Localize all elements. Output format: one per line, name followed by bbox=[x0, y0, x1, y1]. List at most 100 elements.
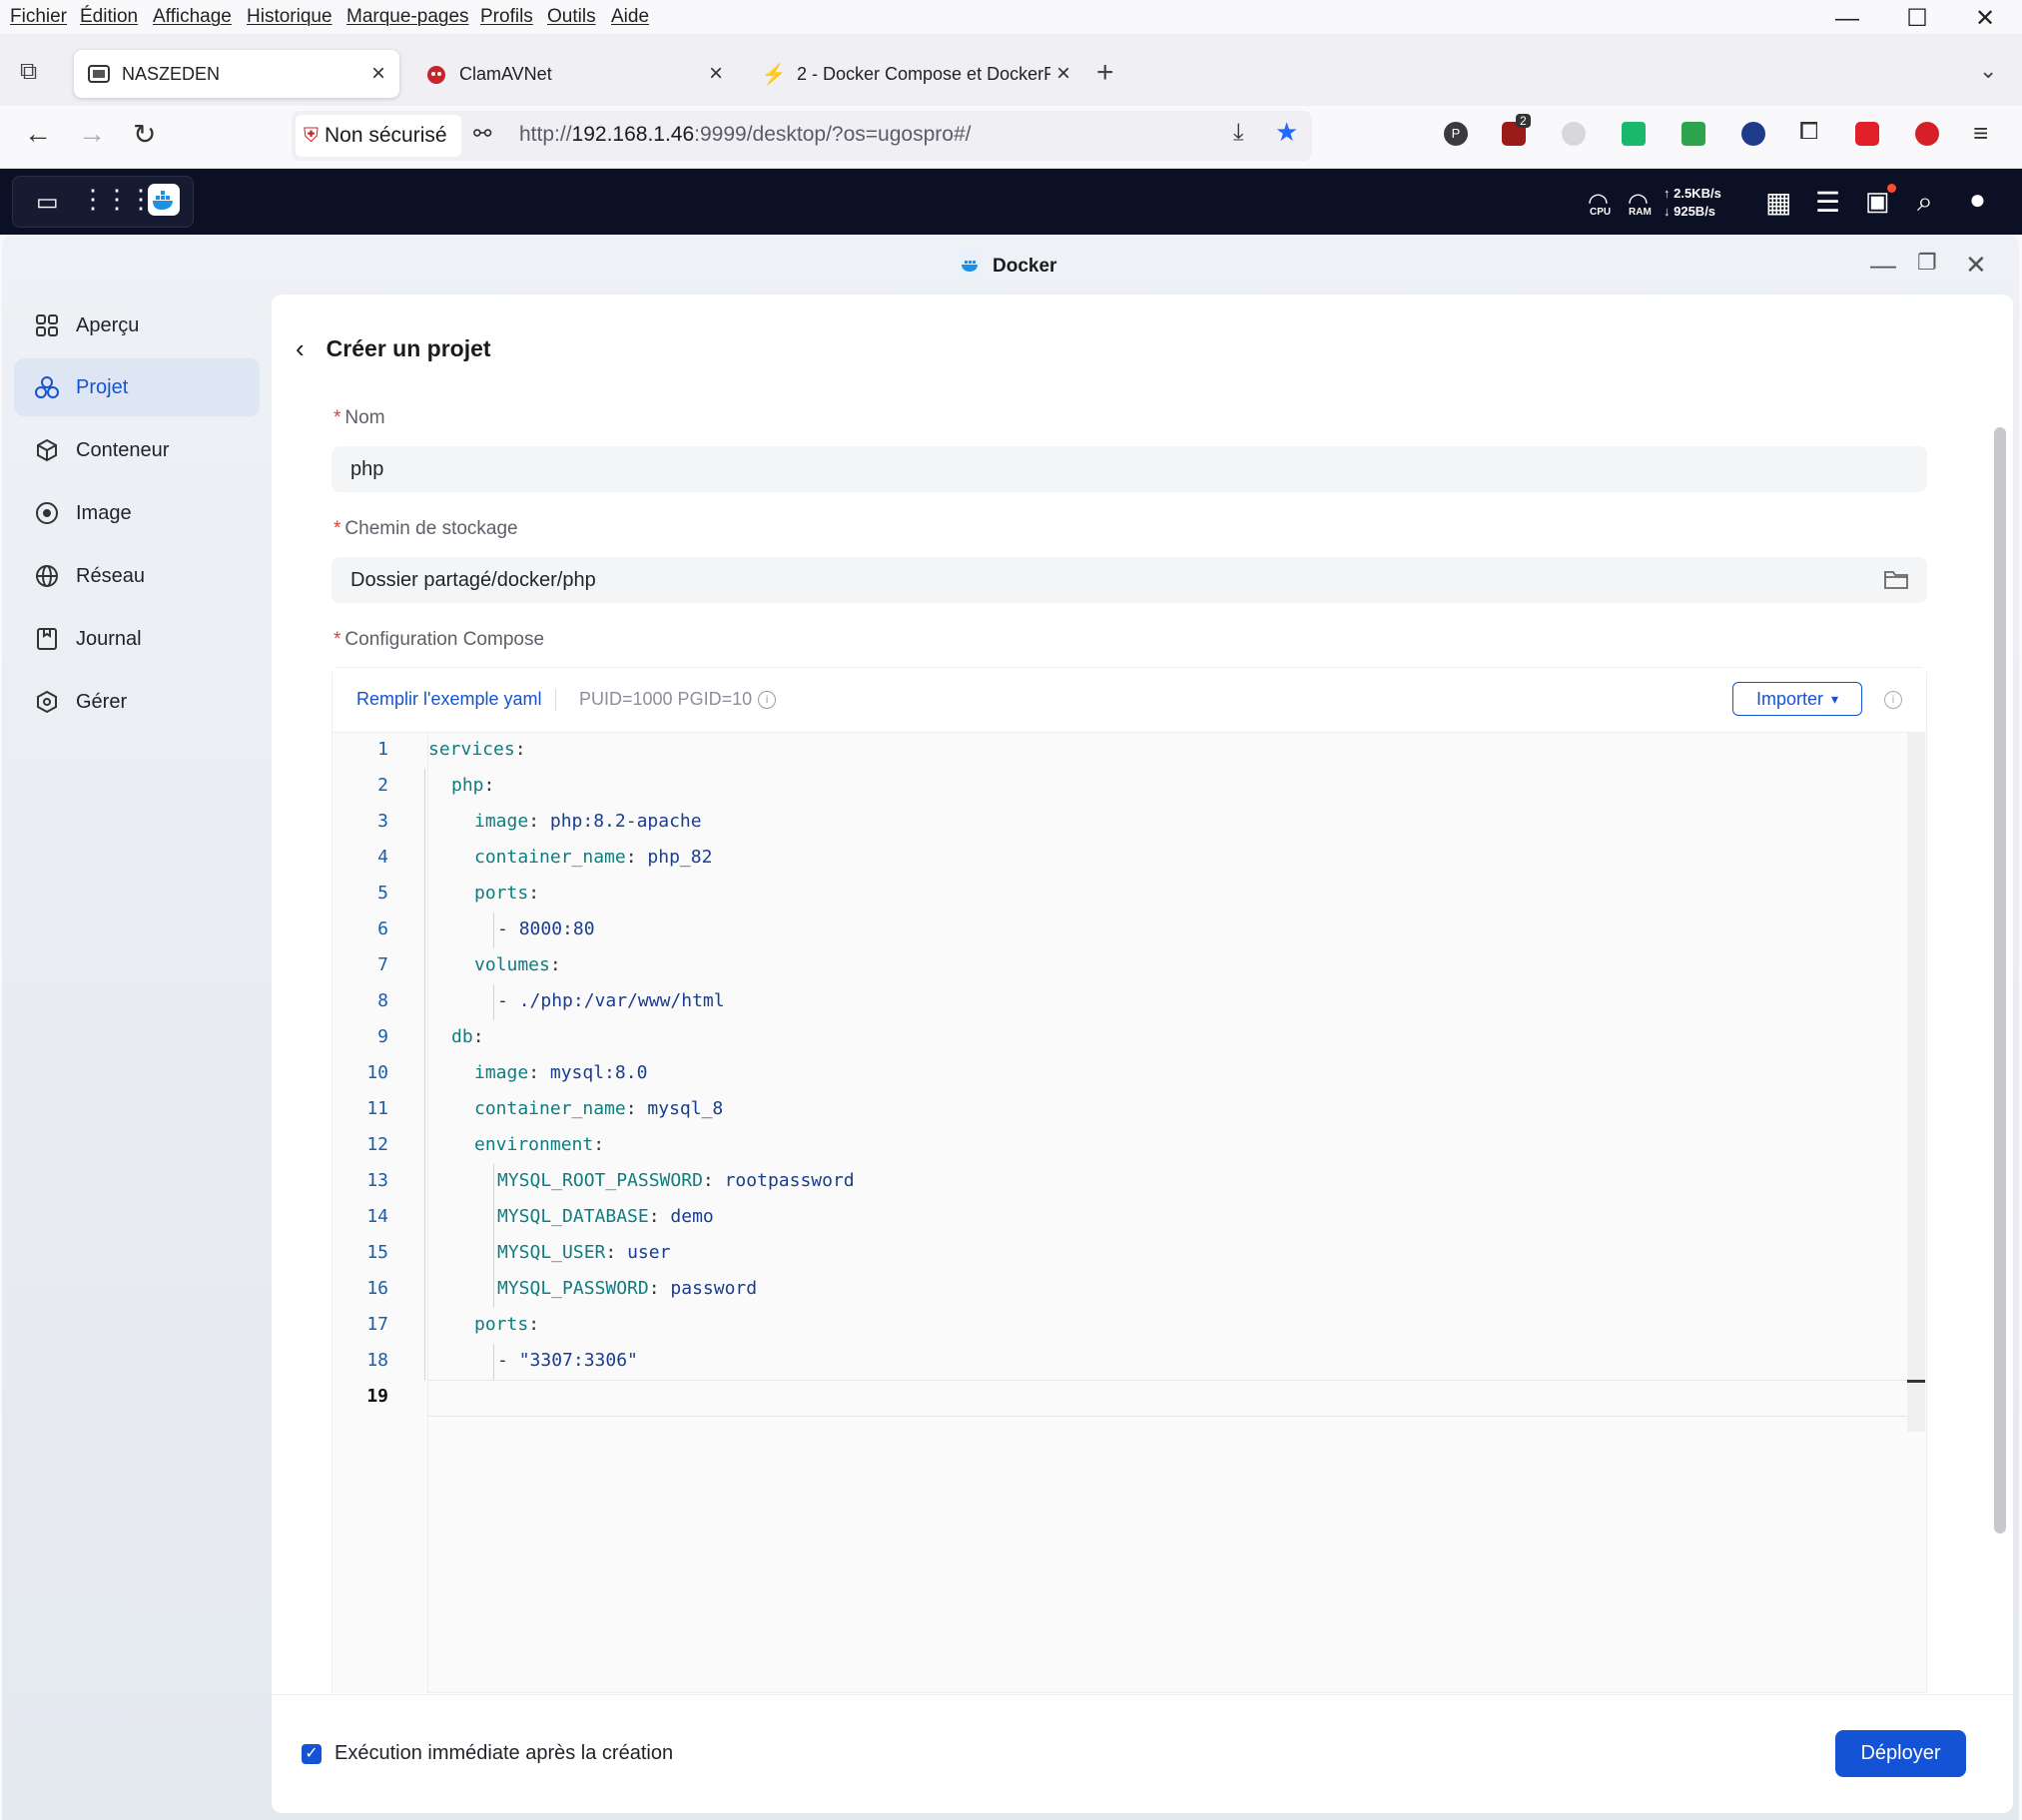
window-close-icon[interactable]: ✕ bbox=[1965, 250, 1987, 281]
security-indicator[interactable]: ⛨ Non sécurisé bbox=[296, 115, 461, 157]
tab-clamavnet[interactable]: ClamAVNet × bbox=[411, 50, 737, 98]
menu-historique[interactable]: Historique bbox=[247, 6, 333, 28]
back-arrow-icon[interactable]: ← bbox=[24, 118, 52, 150]
sidebar-item-reseau[interactable]: Réseau bbox=[14, 547, 260, 605]
messages-icon[interactable]: ▣ bbox=[1865, 186, 1890, 217]
menu-outils[interactable]: Outils bbox=[547, 6, 596, 28]
tab-close-icon[interactable]: × bbox=[709, 60, 723, 88]
tab-label: ClamAVNet bbox=[459, 63, 552, 84]
indent-guide bbox=[493, 912, 494, 948]
apps-grid-icon[interactable]: ⋮⋮⋮ bbox=[80, 184, 154, 215]
code-line: - "3307:3306" bbox=[497, 1350, 638, 1371]
app-menu-icon[interactable]: ≡ bbox=[1973, 118, 1988, 149]
yaml-value: user bbox=[627, 1242, 671, 1263]
yaml-colon: : bbox=[472, 1026, 495, 1047]
code-line: container_name: mysql_8 bbox=[474, 1098, 723, 1119]
desktop-icon[interactable]: ▭ bbox=[36, 188, 59, 217]
menu-affichage[interactable]: Affichage bbox=[153, 6, 232, 28]
menu-edition[interactable]: Édition bbox=[80, 6, 138, 28]
bookmark-star-icon[interactable]: ★ bbox=[1275, 117, 1298, 148]
extensions-puzzle-icon[interactable]: ⧠ bbox=[1799, 118, 1818, 146]
import-dropdown-button[interactable]: Importer ▾ bbox=[1732, 682, 1862, 716]
forward-arrow-icon[interactable]: → bbox=[78, 118, 106, 150]
globe-icon bbox=[34, 563, 60, 589]
editor-toolbar bbox=[333, 668, 1926, 733]
widgets-icon[interactable]: ▦ bbox=[1765, 186, 1791, 219]
reload-icon[interactable]: ↻ bbox=[133, 118, 156, 151]
storage-icon[interactable]: ☰ bbox=[1815, 186, 1840, 219]
yaml-key: MYSQL_DATABASE bbox=[497, 1206, 649, 1227]
run-after-create-checkbox[interactable]: ✓ bbox=[302, 1744, 322, 1764]
menu-profils[interactable]: Profils bbox=[480, 6, 533, 28]
lastpass-extension-icon[interactable] bbox=[1915, 122, 1939, 146]
save-page-icon[interactable]: ⤓ bbox=[1233, 119, 1244, 147]
clamav-favicon-icon bbox=[425, 63, 447, 85]
cpu-label: CPU bbox=[1590, 207, 1612, 218]
shield-extension-icon[interactable] bbox=[1855, 122, 1879, 146]
docker-app-icon[interactable] bbox=[148, 184, 180, 216]
log-icon bbox=[34, 626, 60, 652]
sidebar-item-gerer[interactable]: Gérer bbox=[14, 673, 260, 731]
eu-extension-icon[interactable] bbox=[1741, 122, 1765, 146]
minimize-icon[interactable]: — bbox=[1817, 4, 1877, 34]
storage-path-input[interactable]: Dossier partagé/docker/php bbox=[332, 557, 1927, 603]
user-icon[interactable]: ● bbox=[1969, 184, 1986, 216]
line-number: 3 bbox=[377, 811, 388, 832]
permissions-icon[interactable]: ⚯ bbox=[473, 121, 491, 147]
import-info-icon[interactable]: i bbox=[1884, 691, 1902, 709]
back-chevron-icon[interactable]: ‹ bbox=[296, 333, 305, 364]
tab-docker-compose[interactable]: ⚡ 2 - Docker Compose et DockerF × bbox=[749, 50, 1074, 98]
download-speed: ↓ 925B/s bbox=[1664, 204, 1716, 219]
info-icon[interactable]: i bbox=[758, 690, 777, 709]
name-input[interactable]: php bbox=[332, 446, 1927, 492]
url-text[interactable]: http://192.168.1.46:9999/desktop/?os=ugo… bbox=[519, 123, 971, 147]
code-line: MYSQL_DATABASE: demo bbox=[497, 1206, 714, 1227]
chart-extension-icon[interactable] bbox=[1622, 122, 1646, 146]
new-tab-icon[interactable]: + bbox=[1096, 56, 1114, 90]
sidebar-item-image[interactable]: Image bbox=[14, 484, 260, 542]
sidebar-item-journal[interactable]: Journal bbox=[14, 610, 260, 668]
line-number: 4 bbox=[377, 847, 388, 868]
extension-generic-icon[interactable] bbox=[1562, 122, 1586, 146]
line-number: 14 bbox=[366, 1206, 388, 1227]
menu-fichier[interactable]: Fichier bbox=[10, 6, 67, 28]
line-number: 6 bbox=[377, 918, 388, 939]
money-extension-icon[interactable] bbox=[1682, 122, 1705, 146]
folder-icon[interactable] bbox=[1884, 569, 1908, 594]
yaml-key: MYSQL_USER bbox=[497, 1242, 606, 1263]
editor-scrollbar[interactable] bbox=[1907, 733, 1925, 1432]
tab-list-chevron-icon[interactable]: ⌄ bbox=[1979, 58, 1997, 84]
tab-overview-icon[interactable]: ⧉ bbox=[20, 58, 37, 86]
docker-logo-icon bbox=[959, 252, 983, 282]
editor-scroll-marker bbox=[1907, 1380, 1925, 1383]
search-icon[interactable]: ⌕ bbox=[1917, 186, 1933, 219]
maximize-icon[interactable]: ☐ bbox=[1887, 4, 1947, 34]
tab-close-icon[interactable]: × bbox=[371, 60, 385, 88]
code-line: php: bbox=[451, 775, 505, 796]
yaml-key: volumes bbox=[474, 954, 550, 975]
close-icon[interactable]: ✕ bbox=[1955, 4, 2015, 34]
indent-guide bbox=[493, 1164, 494, 1308]
sidebar-item-conteneur[interactable]: Conteneur bbox=[14, 421, 260, 479]
sidebar-item-apercu[interactable]: Aperçu bbox=[14, 297, 260, 354]
yaml-value: ./php:/var/www/html bbox=[518, 990, 725, 1011]
window-restore-icon[interactable]: ❐ bbox=[1917, 250, 1937, 276]
deploy-button[interactable]: Déployer bbox=[1835, 1730, 1966, 1777]
ram-label: RAM bbox=[1629, 207, 1652, 218]
tab-close-icon[interactable]: × bbox=[1056, 60, 1070, 88]
current-line-highlight bbox=[428, 1380, 1926, 1417]
yaml-colon: : bbox=[528, 883, 550, 904]
fill-yaml-example-link[interactable]: Remplir l'exemple yaml bbox=[356, 689, 541, 710]
line-number: 18 bbox=[366, 1350, 388, 1371]
proton-extension-icon[interactable]: P bbox=[1444, 122, 1468, 146]
page-scrollbar-thumb[interactable] bbox=[1994, 427, 2006, 1533]
menu-aide[interactable]: Aide bbox=[611, 6, 649, 28]
sidebar-item-projet[interactable]: Projet bbox=[14, 358, 260, 416]
window-title: Docker bbox=[959, 252, 1056, 282]
run-after-create-label[interactable]: Exécution immédiate après la création bbox=[335, 1742, 673, 1765]
line-number: 1 bbox=[377, 739, 388, 760]
window-minimize-icon[interactable]: — bbox=[1870, 250, 1896, 281]
insecure-shield-icon: ⛨ bbox=[304, 124, 319, 147]
menu-marque-pages[interactable]: Marque-pages bbox=[346, 6, 469, 28]
tab-naszeden[interactable]: NASZEDEN × bbox=[74, 50, 399, 98]
